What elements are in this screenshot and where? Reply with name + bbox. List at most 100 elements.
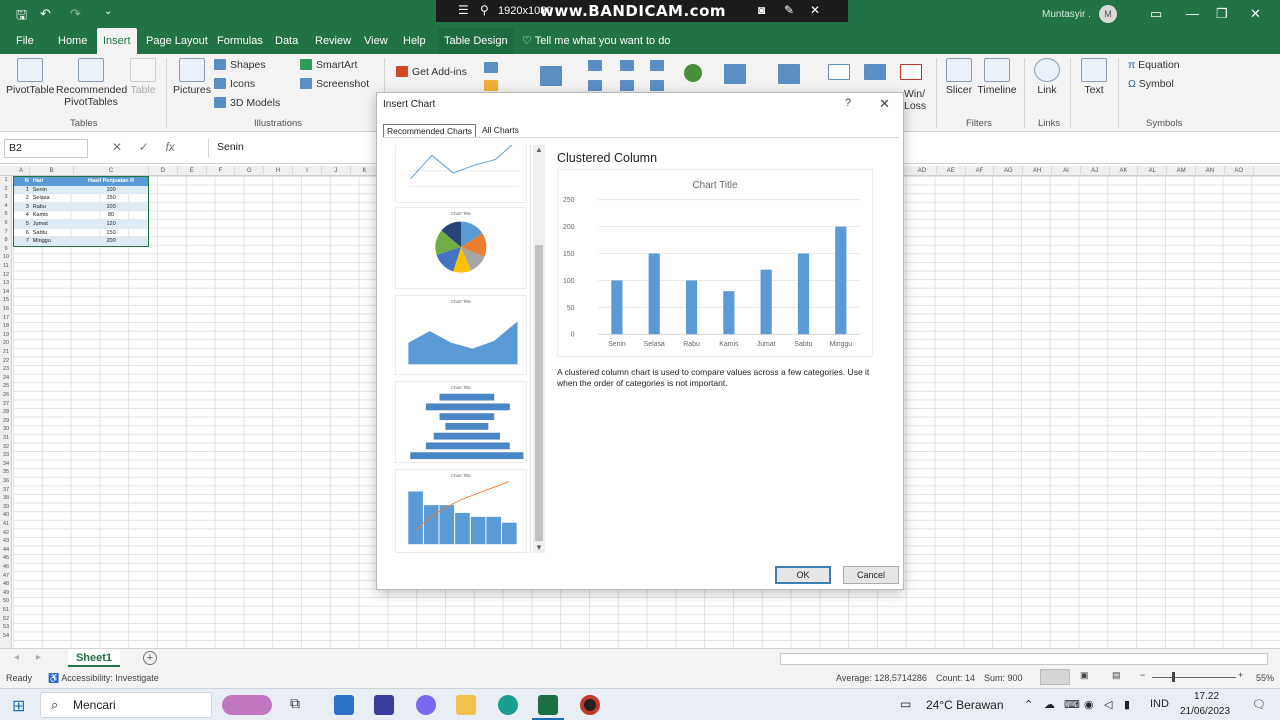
table-cell[interactable]: 1	[14, 186, 31, 195]
confirm-formula-icon[interactable]: ✓	[139, 140, 149, 154]
row-header[interactable]: 12	[0, 271, 12, 280]
row-header[interactable]: 17	[0, 314, 12, 323]
row-header[interactable]: 1	[0, 176, 12, 185]
slicer-button[interactable]: Slicer	[942, 58, 976, 96]
row-header[interactable]: 42	[0, 529, 12, 538]
table-header[interactable]: Hari	[31, 177, 74, 186]
get-addins-button[interactable]: Get Add-ins	[396, 66, 467, 78]
addin-icon[interactable]	[484, 80, 498, 91]
row-header[interactable]: 31	[0, 434, 12, 443]
screenshot-button[interactable]: Screenshot	[300, 78, 369, 90]
winloss-label[interactable]: Win/ Loss	[904, 88, 926, 112]
row-header[interactable]: 6	[0, 219, 12, 228]
battery-icon[interactable]: ▮	[1124, 698, 1130, 711]
column-header[interactable]: AH	[1023, 166, 1052, 176]
table-header[interactable]: Hasil Penjualan R	[74, 177, 148, 186]
row-header[interactable]: 44	[0, 546, 12, 555]
row-header[interactable]: 16	[0, 305, 12, 314]
save-icon[interactable]: 🖫	[16, 6, 27, 28]
tab-all-charts[interactable]: All Charts	[479, 124, 522, 137]
clock-time[interactable]: 17.22	[1194, 691, 1219, 702]
column-header[interactable]: AL	[1138, 166, 1168, 176]
tab-help[interactable]: Help	[397, 28, 432, 54]
mail-icon[interactable]	[334, 695, 354, 715]
close-icon[interactable]: ✕	[879, 96, 890, 112]
scroll-down-icon[interactable]: ▼	[535, 543, 543, 552]
table-row[interactable]: 4 Kamis 80	[14, 211, 148, 220]
minimize-icon[interactable]: —	[1186, 6, 1199, 21]
column-header[interactable]: G	[235, 166, 265, 176]
row-header[interactable]: 39	[0, 503, 12, 512]
table-row[interactable]: 7 Minggu 200	[14, 237, 148, 246]
row-header[interactable]: 8	[0, 236, 12, 245]
row-header[interactable]: 25	[0, 382, 12, 391]
column-header[interactable]: AK	[1110, 166, 1139, 176]
row-header[interactable]: 10	[0, 253, 12, 262]
onedrive-icon[interactable]: ☁	[1044, 698, 1055, 711]
task-view-icon[interactable]: ⧉	[290, 695, 310, 715]
cancel-button[interactable]: Cancel	[843, 566, 899, 584]
close-window-icon[interactable]: ✕	[1250, 6, 1261, 22]
page-layout-view-icon[interactable]: ▣	[1080, 670, 1089, 681]
row-header[interactable]: 38	[0, 494, 12, 503]
table-cell[interactable]: 6	[14, 229, 31, 238]
table-cell[interactable]: 150	[74, 194, 148, 203]
clock-date[interactable]: 21/06/2023	[1180, 706, 1230, 717]
row-header[interactable]: 29	[0, 417, 12, 426]
combo-chart-icon[interactable]	[650, 80, 664, 91]
table-cell[interactable]: 4	[14, 211, 31, 220]
row-header[interactable]: 20	[0, 339, 12, 348]
row-header[interactable]: 13	[0, 279, 12, 288]
row-header[interactable]: 27	[0, 400, 12, 409]
tab-file[interactable]: File	[10, 28, 40, 54]
tab-formulas[interactable]: Formulas	[211, 28, 269, 54]
row-header[interactable]: 18	[0, 322, 12, 331]
excel-icon[interactable]	[538, 695, 558, 715]
windows-start-icon[interactable]: ⊞	[12, 696, 25, 716]
text-button[interactable]: Text	[1076, 58, 1112, 96]
pictures-button[interactable]: Pictures	[172, 58, 212, 96]
tab-page-layout[interactable]: Page Layout	[140, 28, 214, 54]
timeline-button[interactable]: Timeline	[976, 58, 1018, 96]
row-header[interactable]: 2	[0, 185, 12, 194]
row-header[interactable]: 32	[0, 443, 12, 452]
column-header[interactable]: I	[293, 166, 322, 176]
bar-chart-thumbnail[interactable]: Chart Title	[395, 381, 527, 463]
normal-view-icon[interactable]	[1040, 669, 1070, 685]
table-cell[interactable]: 2	[14, 194, 31, 203]
name-box[interactable]: B2	[4, 139, 88, 158]
zoom-slider-thumb[interactable]	[1172, 672, 1175, 682]
row-header[interactable]: 43	[0, 537, 12, 546]
table-row[interactable]: 6 Sabtu 150	[14, 229, 148, 238]
sparkline-winloss-icon[interactable]	[900, 64, 922, 80]
table-cell[interactable]: Jumat	[31, 220, 74, 229]
table-button[interactable]: Table	[128, 58, 158, 96]
row-header[interactable]: 45	[0, 554, 12, 563]
tab-view[interactable]: View	[358, 28, 394, 54]
page-break-view-icon[interactable]: ▤	[1112, 670, 1121, 681]
table-cell[interactable]: Selasa	[31, 194, 74, 203]
icons-button[interactable]: Icons	[214, 78, 255, 90]
row-header[interactable]: 41	[0, 520, 12, 529]
link-button[interactable]: Link	[1030, 58, 1064, 96]
weather-icon[interactable]: ▭	[900, 697, 911, 711]
row-header[interactable]: 24	[0, 374, 12, 383]
table-cell[interactable]: Rabu	[31, 203, 74, 212]
recorder-icon[interactable]	[580, 695, 600, 715]
row-header[interactable]: 5	[0, 210, 12, 219]
row-header[interactable]: 40	[0, 511, 12, 520]
column-header[interactable]: B	[30, 166, 74, 176]
row-header[interactable]: 33	[0, 451, 12, 460]
table-header[interactable]: N	[14, 177, 31, 186]
zoom-slider[interactable]	[1152, 677, 1236, 678]
horizontal-scrollbar[interactable]	[780, 653, 1268, 665]
zoom-level[interactable]: 55%	[1256, 673, 1274, 683]
tab-insert[interactable]: Insert	[97, 28, 137, 54]
sparkline-column-icon[interactable]	[864, 64, 886, 80]
statistic-chart-icon[interactable]	[620, 80, 634, 91]
row-header[interactable]: 11	[0, 262, 12, 271]
recommended-pivot-button[interactable]: Recommended PivotTables	[56, 58, 127, 108]
row-header[interactable]: 46	[0, 563, 12, 572]
table-cell[interactable]: 200	[74, 237, 148, 246]
row-header[interactable]: 7	[0, 228, 12, 237]
